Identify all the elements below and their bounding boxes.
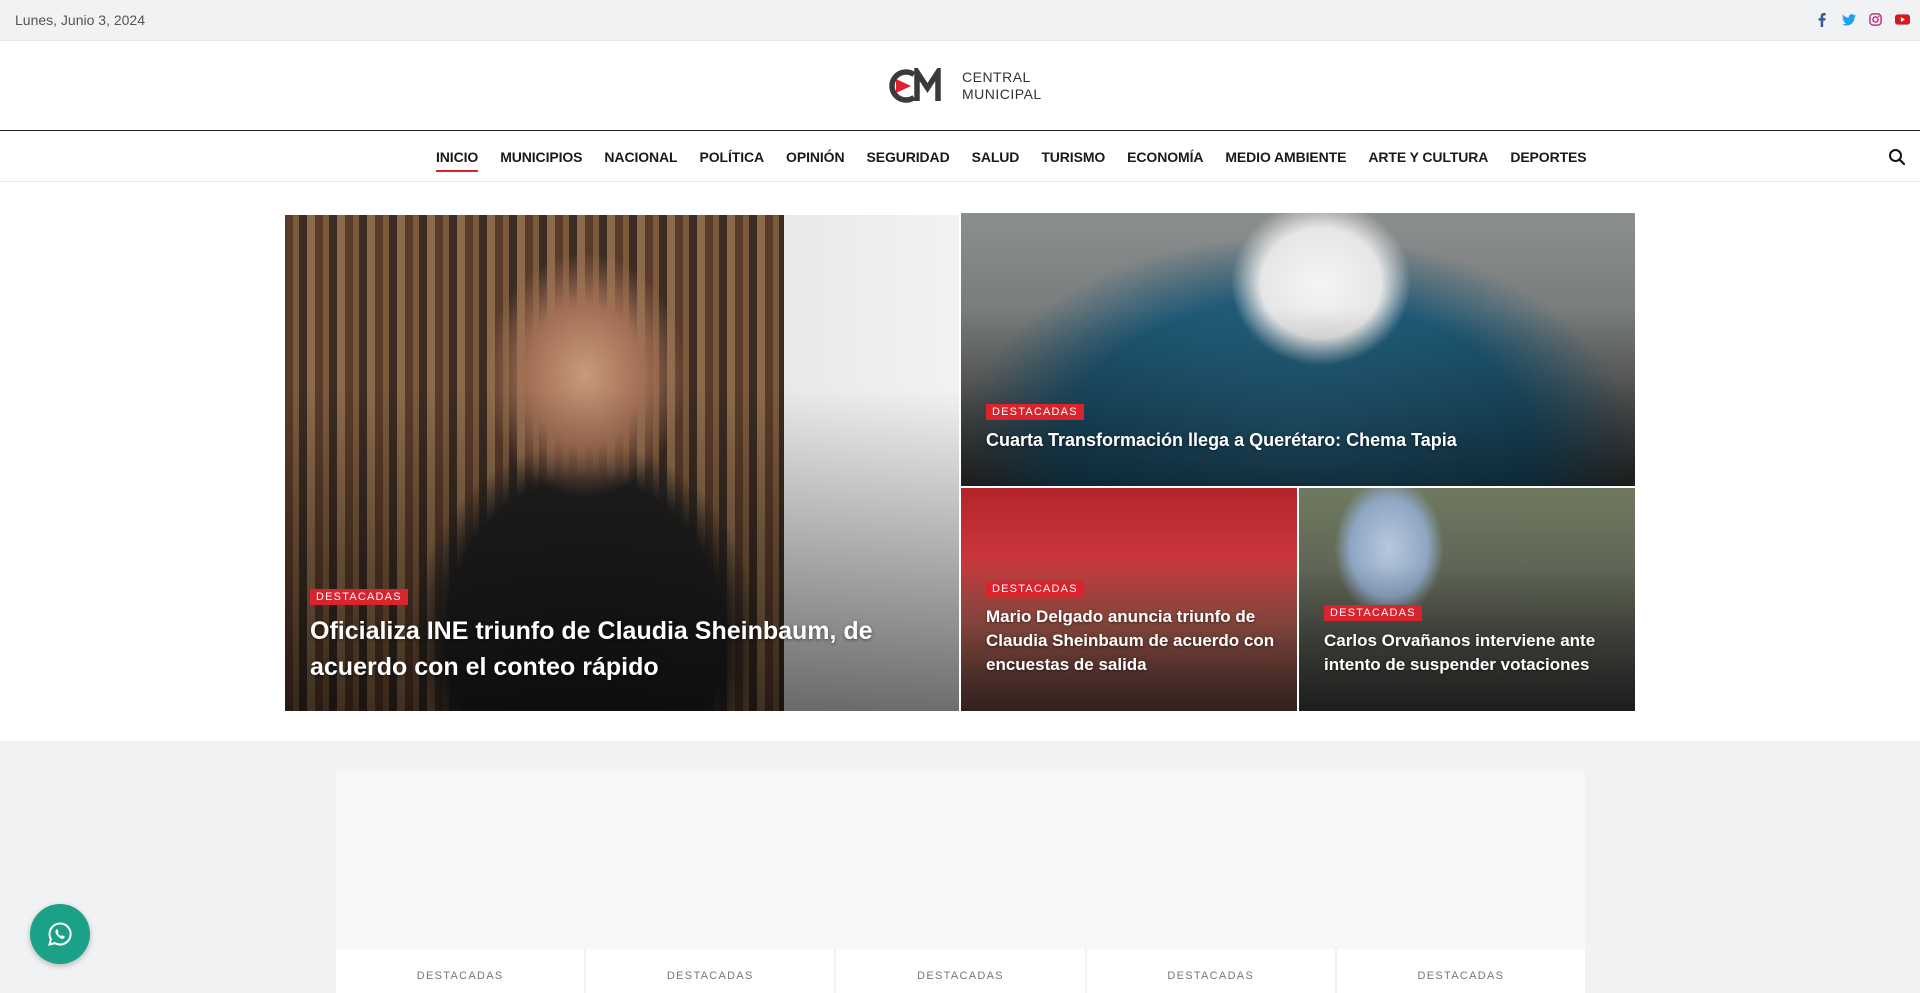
- site-logo[interactable]: CENTRAL MUNICIPAL: [884, 68, 1042, 104]
- image-overlay: [1299, 488, 1635, 711]
- category-tile[interactable]: DESTACADAS: [1336, 949, 1586, 993]
- article-caption: DESTACADAS Cuarta Transformación llega a…: [986, 402, 1610, 452]
- article-caption: DESTACADAS Mario Delgado anuncia triunfo…: [986, 579, 1277, 677]
- nav-menu: INICIO MUNICIPIOS NACIONAL POLÍTICA OPIN…: [436, 149, 1609, 172]
- category-tile[interactable]: DESTACADAS: [336, 949, 585, 993]
- instagram-icon[interactable]: [1868, 11, 1883, 28]
- featured-article-top[interactable]: DESTACADAS Cuarta Transformación llega a…: [961, 213, 1635, 486]
- category-tile[interactable]: DESTACADAS: [1086, 949, 1335, 993]
- nav-item-municipios[interactable]: MUNICIPIOS: [500, 149, 582, 165]
- nav-item-inicio[interactable]: INICIO: [436, 149, 479, 172]
- featured-article-main[interactable]: DESTACADAS Oficializa INE triunfo de Cla…: [285, 215, 959, 711]
- article-title[interactable]: Mario Delgado anuncia triunfo de Claudia…: [986, 605, 1277, 677]
- article-title[interactable]: Cuarta Transformación llega a Querétaro:…: [986, 428, 1610, 452]
- category-tiles: DESTACADAS DESTACADAS DESTACADAS DESTACA…: [336, 949, 1586, 993]
- twitter-icon[interactable]: [1841, 11, 1856, 28]
- youtube-icon[interactable]: [1895, 11, 1910, 28]
- category-badge[interactable]: DESTACADAS: [1324, 605, 1422, 621]
- nav-item-medio-ambiente[interactable]: MEDIO AMBIENTE: [1225, 149, 1346, 165]
- ad-placeholder: [336, 771, 1585, 949]
- nav-item-seguridad[interactable]: SEGURIDAD: [866, 149, 949, 165]
- nav-item-salud[interactable]: SALUD: [972, 149, 1020, 165]
- featured-article-bottom-right[interactable]: DESTACADAS Carlos Orvañanos interviene a…: [1299, 488, 1635, 711]
- nav-item-nacional[interactable]: NACIONAL: [604, 149, 677, 165]
- logo-text: CENTRAL MUNICIPAL: [962, 69, 1042, 103]
- nav-item-arte-y-cultura[interactable]: ARTE Y CULTURA: [1368, 149, 1488, 165]
- logo-line-2: MUNICIPAL: [962, 86, 1042, 102]
- category-tile[interactable]: DESTACADAS: [586, 949, 835, 993]
- featured-grid: DESTACADAS Oficializa INE triunfo de Cla…: [285, 213, 1635, 711]
- current-date: Lunes, Junio 3, 2024: [15, 12, 145, 28]
- facebook-icon[interactable]: [1814, 11, 1829, 28]
- nav-item-economia[interactable]: ECONOMÍA: [1127, 149, 1203, 165]
- category-tile[interactable]: DESTACADAS: [836, 949, 1085, 993]
- whatsapp-button[interactable]: [30, 904, 90, 964]
- main-nav: INICIO MUNICIPIOS NACIONAL POLÍTICA OPIN…: [0, 132, 1920, 182]
- nav-item-opinion[interactable]: OPINIÓN: [786, 149, 845, 165]
- logo-line-1: CENTRAL: [962, 69, 1031, 85]
- search-icon[interactable]: [1888, 148, 1906, 166]
- top-bar: Lunes, Junio 3, 2024: [0, 0, 1920, 41]
- nav-item-turismo[interactable]: TURISMO: [1041, 149, 1105, 165]
- social-links: [1814, 11, 1910, 28]
- category-badge[interactable]: DESTACADAS: [986, 404, 1084, 420]
- article-caption: DESTACADAS Oficializa INE triunfo de Cla…: [310, 587, 934, 685]
- article-title[interactable]: Carlos Orvañanos interviene ante intento…: [1324, 629, 1615, 677]
- category-badge[interactable]: DESTACADAS: [310, 589, 408, 605]
- article-title[interactable]: Oficializa INE triunfo de Claudia Sheinb…: [310, 613, 934, 685]
- article-caption: DESTACADAS Carlos Orvañanos interviene a…: [1324, 603, 1615, 677]
- featured-article-bottom-left[interactable]: DESTACADAS Mario Delgado anuncia triunfo…: [961, 488, 1297, 711]
- whatsapp-icon: [48, 922, 72, 946]
- header: CENTRAL MUNICIPAL: [0, 41, 1920, 131]
- nav-item-deportes[interactable]: DEPORTES: [1510, 149, 1586, 165]
- nav-item-politica[interactable]: POLÍTICA: [700, 149, 765, 165]
- lower-section: DESTACADAS DESTACADAS DESTACADAS DESTACA…: [0, 741, 1920, 993]
- category-badge[interactable]: DESTACADAS: [986, 581, 1084, 597]
- logo-mark-icon: [889, 68, 941, 103]
